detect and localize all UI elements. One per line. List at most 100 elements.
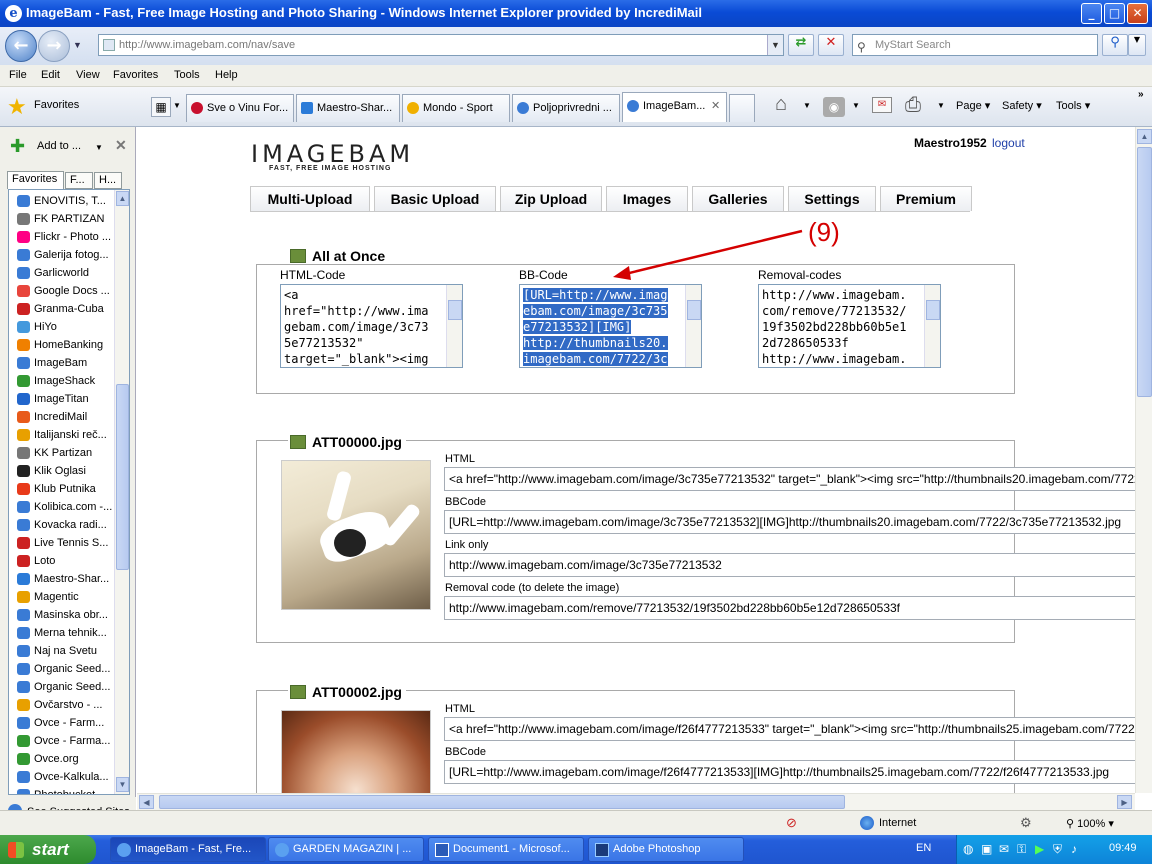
image-1-thumbnail[interactable] (281, 460, 431, 610)
textarea-scroll-thumb[interactable] (687, 300, 701, 320)
tab-list-dropdown-icon[interactable]: ▼ (173, 101, 181, 110)
task-document1[interactable]: Document1 - Microsof... (428, 837, 584, 862)
favorite-item[interactable]: KK Partizan (15, 444, 117, 462)
tray-shield-icon[interactable]: ⛨ (1053, 842, 1062, 857)
textarea-scroll-thumb[interactable] (448, 300, 462, 320)
tray-lock-icon[interactable]: ⚿ (1017, 842, 1026, 857)
menu-view[interactable]: View (76, 69, 100, 81)
favorites-button[interactable]: Favorites (34, 99, 79, 111)
task-garden-magazin[interactable]: GARDEN MAGAZIN | ... (268, 837, 424, 862)
add-to-favorites-button[interactable]: Add to ... (37, 140, 81, 152)
html-code-textarea[interactable]: <a href="http://www.ima gebam.com/image/… (280, 284, 463, 368)
start-button[interactable]: start (0, 835, 96, 864)
menu-favorites[interactable]: Favorites (113, 69, 158, 81)
favorite-item[interactable]: Klub Putnika (15, 480, 117, 498)
back-button[interactable]: ← (5, 30, 37, 62)
scroll-down-icon[interactable]: ▼ (116, 777, 129, 792)
menu-help[interactable]: Help (215, 69, 238, 81)
feeds-dropdown-icon[interactable]: ▼ (852, 101, 860, 110)
favorite-item[interactable]: ImageBam (15, 354, 117, 372)
tab-mondo-sport[interactable]: Mondo - Sport (402, 94, 510, 122)
nav-zip-upload[interactable]: Zip Upload (500, 186, 602, 211)
favorite-item[interactable]: Live Tennis S... (15, 534, 117, 552)
close-pane-icon[interactable]: ✕ (115, 137, 127, 154)
favorite-item[interactable]: Naj na Svetu (15, 642, 117, 660)
favorite-item[interactable]: ImageTitan (15, 390, 117, 408)
sidebar-tab-history[interactable]: H... (94, 172, 122, 189)
logout-link[interactable]: logout (992, 136, 1025, 150)
image-1-bbcode-input[interactable]: [URL=http://www.imagebam.com/image/3c735… (444, 510, 1135, 534)
page-vertical-scrollbar[interactable]: ▲ (1135, 127, 1152, 793)
sidebar-tab-favorites[interactable]: Favorites (7, 171, 64, 189)
removal-codes-textarea[interactable]: http://www.imagebam. com/remove/77213532… (758, 284, 941, 368)
tools-menu[interactable]: Tools ▾ (1056, 99, 1090, 112)
favorite-item[interactable]: Organic Seed... (15, 678, 117, 696)
language-indicator[interactable]: EN (916, 842, 931, 854)
tab-close-icon[interactable]: ✕ (711, 93, 720, 119)
favorite-item[interactable]: Photobucket ... (15, 786, 117, 794)
quick-tabs-icon[interactable]: ▦ (151, 97, 171, 117)
favorite-item[interactable]: Italijanski reč... (15, 426, 117, 444)
feeds-icon[interactable]: ◉ (823, 97, 845, 117)
search-options-icon[interactable]: ▼ (1128, 34, 1146, 56)
favorite-item[interactable]: ImageShack (15, 372, 117, 390)
search-go-icon[interactable]: ⚲ (1102, 34, 1128, 56)
popup-blocker-icon[interactable]: ⊘ (786, 815, 797, 831)
tab-imagebam[interactable]: ImageBam... ✕ (622, 92, 727, 122)
favorite-item[interactable]: HomeBanking (15, 336, 117, 354)
horizontal-scroll-thumb[interactable] (159, 795, 845, 809)
favorite-item[interactable]: Klik Oglasi (15, 462, 117, 480)
favorite-item[interactable]: IncrediMail (15, 408, 117, 426)
favorite-item[interactable]: Google Docs ... (15, 282, 117, 300)
task-photoshop[interactable]: Adobe Photoshop (588, 837, 744, 862)
tab-maestro-share[interactable]: Maestro-Shar... (296, 94, 400, 122)
new-tab-button[interactable] (729, 94, 755, 122)
favorite-item[interactable]: Masinska obr... (15, 606, 117, 624)
favorite-item[interactable]: Ovce-Kalkula... (15, 768, 117, 786)
zoom-level[interactable]: ⚲ 100% ▾ (1066, 817, 1114, 830)
favorite-item[interactable]: Ovce.org (15, 750, 117, 768)
page-menu[interactable]: Page ▾ (956, 99, 990, 112)
refresh-icon[interactable]: ⇄ (788, 34, 814, 56)
favorites-star-icon[interactable]: ★ (7, 94, 27, 120)
image-2-thumbnail[interactable] (281, 710, 431, 793)
tray-play-icon[interactable]: ▶ (1035, 842, 1044, 856)
favorite-item[interactable]: Magentic (15, 588, 117, 606)
scroll-right-icon[interactable]: ▶ (1117, 795, 1132, 809)
print-dropdown-icon[interactable]: ▼ (937, 101, 945, 110)
tray-network-icon[interactable]: ◍ (963, 842, 973, 856)
favorites-scroll-thumb[interactable] (116, 384, 129, 570)
menu-tools[interactable]: Tools (174, 69, 200, 81)
chevron-more-icon[interactable]: » (1138, 89, 1144, 100)
tray-mail-icon[interactable]: ✉ (999, 842, 1009, 856)
nav-multi-upload[interactable]: Multi-Upload (250, 186, 370, 211)
address-input[interactable]: http://www.imagebam.com/nav/save ▼ (98, 34, 784, 56)
favorite-item[interactable]: Maestro-Shar... (15, 570, 117, 588)
search-input[interactable]: ⚲ MyStart Search (852, 34, 1098, 56)
add-to-dropdown-icon[interactable]: ▼ (95, 143, 103, 152)
image-1-link-input[interactable]: http://www.imagebam.com/image/3c735e7721… (444, 553, 1135, 577)
favorite-item[interactable]: Kovacka radi... (15, 516, 117, 534)
image-1-removal-input[interactable]: http://www.imagebam.com/remove/77213532/… (444, 596, 1135, 620)
favorite-item[interactable]: FK PARTIZAN (15, 210, 117, 228)
bb-code-textarea[interactable]: [URL=http://www.imag ebam.com/image/3c73… (519, 284, 702, 368)
favorite-item[interactable]: Merna tehnik... (15, 624, 117, 642)
nav-settings[interactable]: Settings (788, 186, 876, 211)
tab-poljoprivredni[interactable]: Poljoprivredni ... (512, 94, 620, 122)
add-to-favorites-icon[interactable]: ✚ (10, 136, 25, 157)
favorite-item[interactable]: Kolibica.com -... (15, 498, 117, 516)
home-dropdown-icon[interactable]: ▼ (803, 101, 811, 110)
protected-mode-icon[interactable]: ⚙ (1020, 815, 1032, 831)
favorite-item[interactable]: Flickr - Photo ... (15, 228, 117, 246)
image-1-html-input[interactable]: <a href="http://www.imagebam.com/image/3… (444, 467, 1135, 491)
favorite-item[interactable]: Organic Seed... (15, 660, 117, 678)
favorites-scrollbar[interactable]: ▲ ▼ (114, 190, 129, 794)
textarea-scrollbar[interactable] (685, 285, 701, 367)
address-dropdown-icon[interactable]: ▼ (767, 35, 783, 55)
nav-basic-upload[interactable]: Basic Upload (374, 186, 496, 211)
minimize-button[interactable]: _ (1081, 3, 1102, 24)
textarea-scrollbar[interactable] (924, 285, 940, 367)
safety-menu[interactable]: Safety ▾ (1002, 99, 1042, 112)
print-icon[interactable]: ⎙ (905, 94, 921, 117)
favorite-item[interactable]: ENOVITIS, T... (15, 192, 117, 210)
